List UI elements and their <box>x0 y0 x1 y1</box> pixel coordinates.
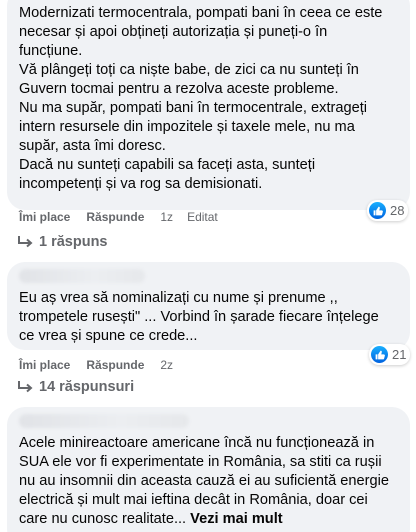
comment-bubble: Eu aș vrea să nominalizați cu nume și pr… <box>7 262 410 350</box>
comment-text: Modernizati termocentrala, pompati bani … <box>19 5 383 192</box>
comment-time[interactable]: 2z <box>160 358 173 372</box>
comment-text: Eu aș vrea să nominalizați cu nume și pr… <box>19 290 379 344</box>
like-icon <box>371 346 388 363</box>
reply-button[interactable]: Răspunde <box>86 210 144 224</box>
comment-bubble: Acele minireactoare americane încă nu fu… <box>7 407 410 532</box>
comment-bubble: Modernizati termocentrala, pompati bani … <box>7 0 410 210</box>
reply-button[interactable]: Răspunde <box>86 358 144 372</box>
view-replies-button[interactable]: 14 răspunsuri <box>17 379 134 395</box>
reaction-summary[interactable]: 28 <box>367 200 409 221</box>
reply-arrow-icon <box>17 380 33 394</box>
comment-time[interactable]: 1z <box>160 210 173 224</box>
reaction-count: 21 <box>392 347 407 362</box>
like-button[interactable]: Îmi place <box>19 210 70 224</box>
edited-label: Editat <box>187 210 218 224</box>
reply-arrow-icon <box>17 235 33 249</box>
comment-text: Acele minireactoare americane încă nu fu… <box>19 435 389 527</box>
like-button[interactable]: Îmi place <box>19 358 70 372</box>
replies-count: 1 răspuns <box>39 234 108 250</box>
author-name[interactable] <box>19 269 145 283</box>
reaction-count: 28 <box>390 203 405 218</box>
like-icon <box>369 202 386 219</box>
replies-count: 14 răspunsuri <box>39 379 135 395</box>
view-replies-button[interactable]: 1 răspuns <box>17 234 108 250</box>
reaction-summary[interactable]: 21 <box>369 344 411 365</box>
see-more-link[interactable]: Vezi mai mult <box>190 511 282 527</box>
author-name[interactable] <box>19 414 189 428</box>
comment-actions: Îmi place Răspunde 1z Editat <box>19 209 232 225</box>
comment-actions: Îmi place Răspunde 2z <box>19 357 187 373</box>
